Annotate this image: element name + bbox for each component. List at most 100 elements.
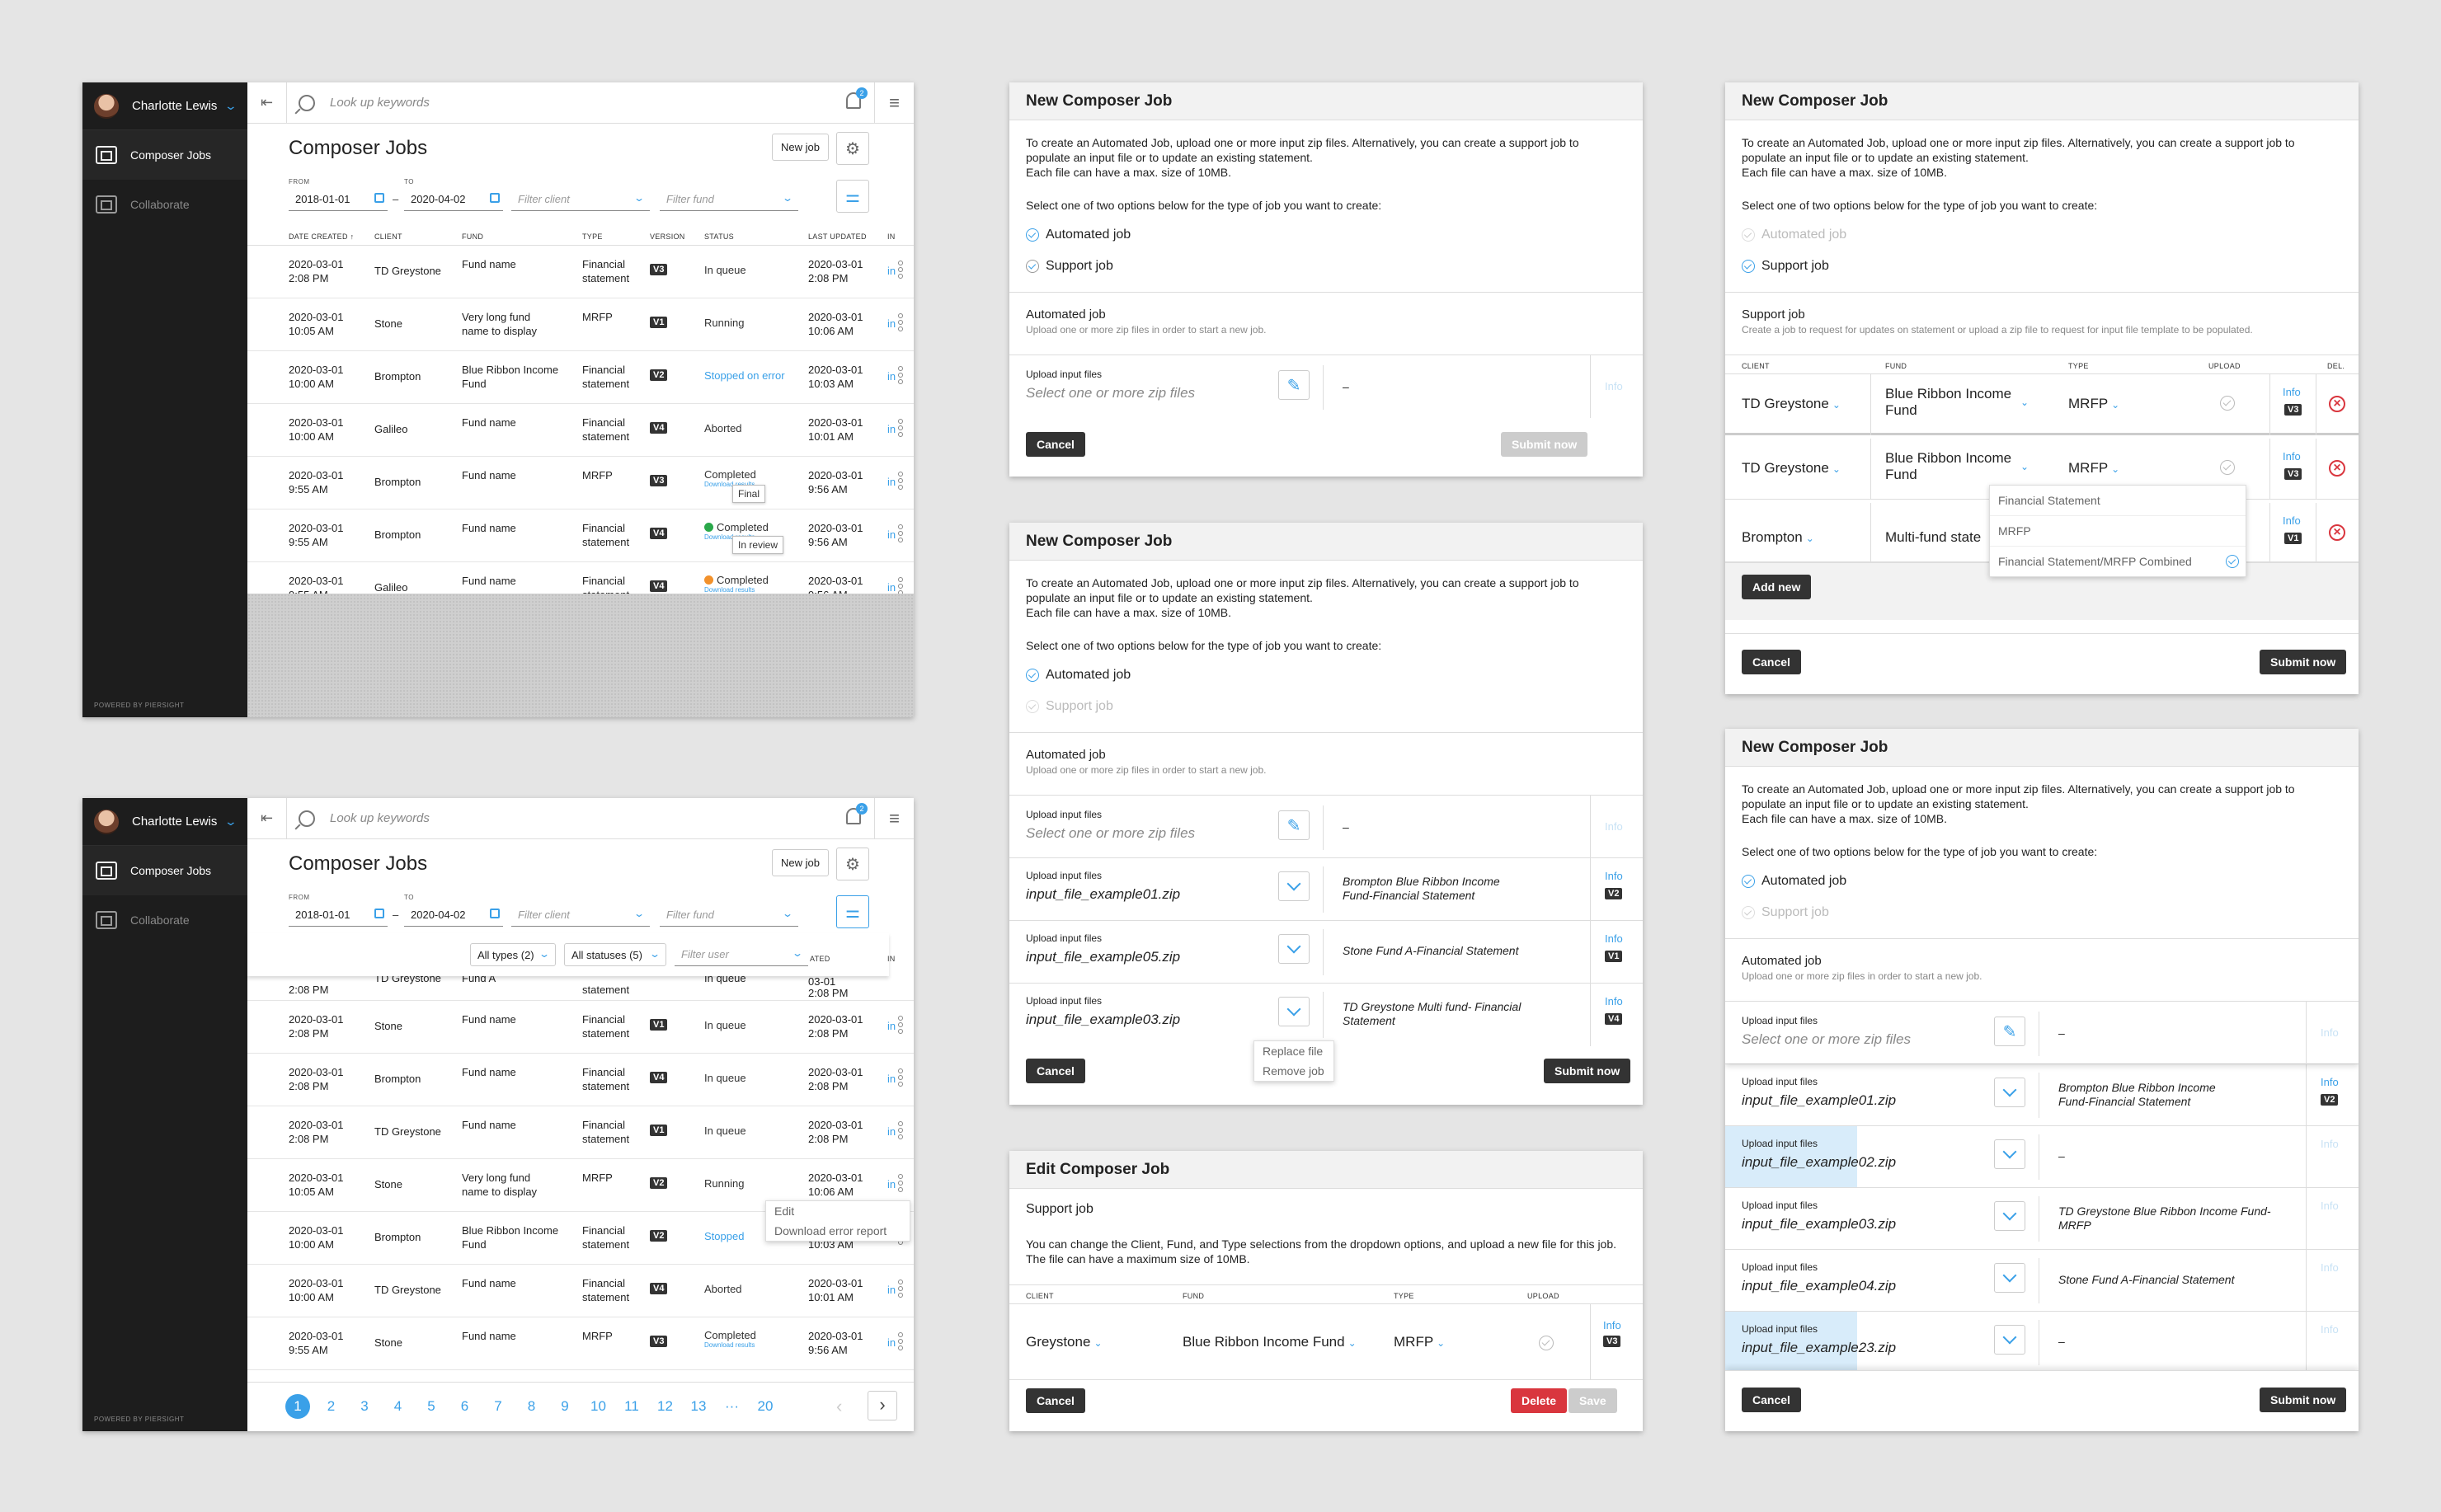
cancel-button[interactable]: Cancel: [1026, 432, 1085, 457]
gear-icon[interactable]: ⚙: [836, 848, 869, 880]
search-input[interactable]: Look up keywords: [330, 96, 430, 110]
info-link[interactable]: Info: [1605, 995, 1623, 1007]
search-input[interactable]: Look up keywords: [330, 811, 430, 825]
status-filter[interactable]: All statuses (5) ⌄: [564, 943, 666, 966]
page-13[interactable]: 13: [686, 1394, 711, 1419]
sidebar-item-collaborate[interactable]: Collaborate: [82, 180, 247, 229]
save-button[interactable]: Save: [1569, 1388, 1617, 1413]
info-link[interactable]: Info: [2321, 1026, 2339, 1039]
from-date-input[interactable]: 2018-01-01: [289, 904, 388, 927]
collapse-sidebar-icon[interactable]: ⇤: [247, 82, 287, 124]
table-row[interactable]: 2020-03-01 10:00 AM Galileo Fund name Finan…: [247, 404, 914, 457]
chevron-down-icon[interactable]: [1994, 1078, 2025, 1107]
menu-item-remove-job[interactable]: Remove job: [1254, 1061, 1333, 1081]
filter-settings-icon[interactable]: ⚌: [836, 895, 869, 928]
upload-placeholder[interactable]: Select one or more zip files: [1026, 385, 1195, 401]
sidebar-item-collaborate[interactable]: Collaborate: [82, 895, 247, 945]
sidebar-item-composer-jobs[interactable]: Composer Jobs: [82, 130, 247, 180]
prev-page-icon[interactable]: ‹: [836, 1396, 842, 1417]
type-filter[interactable]: All types (2) ⌄: [470, 943, 556, 966]
gear-icon[interactable]: ⚙: [836, 132, 869, 165]
more-icon[interactable]: [892, 523, 909, 547]
option-automated[interactable]: Automated job: [1742, 874, 1846, 889]
fund-select[interactable]: Blue Ribbon Income Fund ⌄: [1885, 450, 2029, 483]
next-page-icon[interactable]: ›: [868, 1391, 897, 1420]
collapse-sidebar-icon[interactable]: ⇤: [247, 797, 287, 839]
option-support[interactable]: Support job: [1026, 699, 1113, 714]
submit-button[interactable]: Submit now: [1544, 1059, 1631, 1083]
table-row[interactable]: 2020-03-01 10:00 AM TD Greystone Fund name…: [247, 1265, 914, 1317]
chevron-down-icon[interactable]: ⌄: [224, 99, 238, 113]
info-link[interactable]: Info: [1605, 932, 1623, 945]
calendar-icon[interactable]: [374, 193, 384, 203]
info-link[interactable]: Info: [2321, 1138, 2339, 1150]
page-12[interactable]: 12: [653, 1394, 678, 1419]
option-automated[interactable]: Automated job: [1026, 668, 1131, 683]
submit-button[interactable]: Submit now: [2260, 650, 2347, 674]
menu-icon[interactable]: ≡: [874, 798, 914, 839]
file-name[interactable]: input_file_example02.zip: [1742, 1154, 1896, 1171]
chevron-down-icon[interactable]: [1278, 997, 1310, 1026]
more-icon[interactable]: [892, 1014, 909, 1039]
page-1[interactable]: 1: [285, 1394, 310, 1419]
info-link[interactable]: Info: [1605, 380, 1623, 392]
option-automated[interactable]: Automated job: [1742, 228, 1846, 242]
client-filter[interactable]: Filter client ⌄: [511, 904, 650, 927]
type-select[interactable]: MRFP ⌄: [1394, 1334, 1445, 1351]
paperclip-icon[interactable]: ✎: [1994, 1017, 2025, 1046]
client-select[interactable]: Greystone ⌄: [1026, 1334, 1103, 1351]
user-filter[interactable]: Filter user ⌄: [675, 943, 808, 966]
page-2[interactable]: 2: [319, 1394, 344, 1419]
table-row[interactable]: 2020-03-01 2:08 PM Stone Fund name Financia…: [247, 1001, 914, 1054]
col-last-updated[interactable]: LAST UPDATED: [808, 232, 867, 241]
upload-check-icon[interactable]: [1539, 1336, 1554, 1350]
new-job-button[interactable]: New job: [772, 134, 829, 161]
calendar-icon[interactable]: [490, 909, 500, 918]
calendar-icon[interactable]: [374, 909, 384, 918]
submit-button[interactable]: Submit now: [2260, 1388, 2347, 1412]
file-name[interactable]: input_file_example23.zip: [1742, 1340, 1896, 1356]
page-10[interactable]: 10: [586, 1394, 611, 1419]
download-results-link[interactable]: Download results: [704, 586, 769, 594]
more-icon[interactable]: [892, 1278, 909, 1303]
col-version[interactable]: VERSION: [650, 232, 685, 241]
page-6[interactable]: 6: [453, 1394, 477, 1419]
more-icon[interactable]: [892, 312, 909, 336]
menu-item-download-error-report[interactable]: Download error report: [766, 1221, 910, 1241]
col-fund[interactable]: FUND: [462, 232, 483, 241]
option-support[interactable]: Support job: [1742, 259, 1829, 274]
table-row[interactable]: 2020-03-01 2:08 PM TD Greystone Fund name F…: [247, 246, 914, 298]
info-link[interactable]: Info: [2283, 386, 2301, 398]
chevron-down-icon[interactable]: [1278, 871, 1310, 901]
fund-filter[interactable]: Filter fund ⌄: [660, 904, 798, 927]
chevron-down-icon[interactable]: ⌄: [224, 815, 238, 829]
client-filter[interactable]: Filter client ⌄: [511, 188, 650, 211]
filter-settings-icon[interactable]: ⚌: [836, 180, 869, 213]
new-job-button[interactable]: New job: [772, 849, 829, 876]
calendar-icon[interactable]: [490, 193, 500, 203]
col-client[interactable]: CLIENT: [374, 232, 402, 241]
page-11[interactable]: 11: [619, 1394, 644, 1419]
info-link[interactable]: Info: [2283, 514, 2301, 527]
upload-placeholder[interactable]: Select one or more zip files: [1026, 825, 1195, 842]
add-new-button[interactable]: Add new: [1742, 575, 1812, 599]
table-row[interactable]: 2020-03-01 2:08 PM Brompton Fund name Finan…: [247, 1054, 914, 1106]
menu-item-edit[interactable]: Edit: [766, 1201, 910, 1221]
upload-placeholder[interactable]: Select one or more zip files: [1742, 1031, 1911, 1048]
paperclip-icon[interactable]: ✎: [1278, 370, 1310, 400]
table-row-partial[interactable]: 2:08 PM TD Greystone Fund A statement In…: [247, 976, 914, 1001]
more-icon[interactable]: [892, 1120, 909, 1144]
upload-check-icon[interactable]: [2220, 396, 2235, 411]
user-menu[interactable]: Charlotte Lewis ⌄: [82, 798, 247, 846]
cancel-button[interactable]: Cancel: [1026, 1059, 1085, 1083]
upload-check-icon[interactable]: [2220, 460, 2235, 475]
from-date-input[interactable]: 2018-01-01: [289, 188, 388, 211]
table-row[interactable]: 2020-03-01 9:55 AM Stone Fund name MRFP V3 Co…: [247, 1317, 914, 1370]
info-link[interactable]: Info: [1603, 1319, 1621, 1331]
page-8[interactable]: 8: [520, 1394, 544, 1419]
client-select[interactable]: TD Greystone ⌄: [1742, 396, 1841, 413]
menu-item-replace-file[interactable]: Replace file: [1254, 1041, 1333, 1061]
chevron-down-icon[interactable]: [1278, 934, 1310, 964]
page-5[interactable]: 5: [419, 1394, 444, 1419]
client-select[interactable]: Brompton ⌄: [1742, 529, 1814, 547]
